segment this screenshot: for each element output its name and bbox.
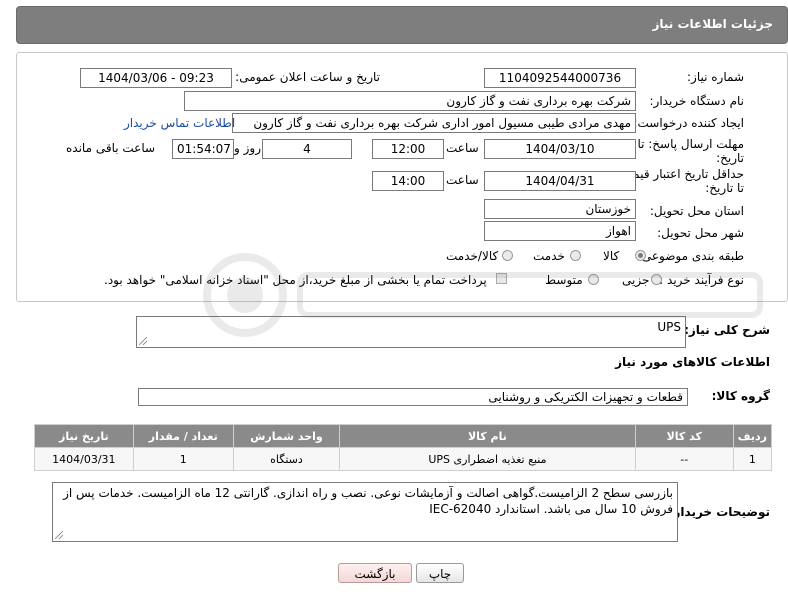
reply-deadline-label-line2: تاریخ: [716,151,744,165]
cell-date: 1404/03/31 [34,447,134,471]
price-validity-label-line1: حداقل تاریخ اعتبار قیمت: [617,167,744,181]
category-label: طبقه بندی موضوعی: [637,249,744,263]
buyer-notes-label: توضیحات خریدار: [668,505,770,519]
days-label: روز و [234,141,261,155]
price-validity-time-label: ساعت [446,173,479,187]
general-description-field: UPS [136,316,686,348]
general-description-value: UPS [657,320,681,334]
remaining-days-field: 4 [262,139,352,159]
price-validity-date-field: 1404/04/31 [484,171,636,191]
cell-row: 1 [732,447,773,471]
col-name-header: نام کالا [339,424,636,448]
process-minor-radio[interactable] [651,274,662,285]
goods-info-title: اطلاعات کالاهای مورد نیاز [615,355,770,369]
goods-group-label: گروه کالا: [711,389,770,403]
remaining-time-label: ساعت باقی مانده [66,141,156,155]
treasury-payment-checkbox[interactable] [496,273,507,284]
cell-qty: 1 [132,447,234,471]
cell-code: -- [634,447,734,471]
category-goods-label: کالا [603,249,620,263]
need-number-label: شماره نیاز: [687,70,744,84]
items-table: ردیف کد کالا نام کالا واحد شمارش تعداد /… [34,424,773,471]
province-label: استان محل تحویل: [649,204,744,218]
category-goods-service-label: کالا/خدمت [446,249,499,263]
print-button[interactable]: چاپ [416,563,464,583]
price-validity-label-line2: تا تاریخ: [705,181,744,195]
general-description-label: شرح کلی نیاز: [684,323,770,337]
price-validity-time-field: 14:00 [372,171,444,191]
buyer-org-label: نام دستگاه خریدار: [649,94,745,108]
remaining-time-field: 01:54:07 [172,139,234,159]
category-service-label: خدمت [533,249,565,263]
reply-deadline-date-field: 1404/03/10 [484,139,636,159]
process-medium-radio[interactable] [588,274,599,285]
col-qty-header: تعداد / مقدار [132,424,234,448]
announce-datetime-field: 1404/03/06 - 09:23 [80,68,232,88]
reply-deadline-time-label: ساعت [446,141,479,155]
back-button[interactable]: بازگشت [338,563,412,583]
requester-field: مهدی مرادی طیبی مسیول امور اداری شرکت به… [232,113,636,133]
col-unit-header: واحد شمارش [232,424,341,448]
items-table-header: ردیف کد کالا نام کالا واحد شمارش تعداد /… [34,424,773,448]
page-title: جزئیات اطلاعات نیاز [652,17,773,31]
city-label: شهر محل تحویل: [657,226,744,240]
col-date-header: تاریخ نیاز [34,424,134,448]
buyer-notes-value: بازرسی سطح 2 الزامیست.گواهی اصالت و آزما… [63,486,673,516]
reply-deadline-label-line1: مهلت ارسال پاسخ: تا [637,137,744,151]
goods-group-field: قطعات و تجهیزات الکتریکی و روشنایی [138,388,688,406]
cell-name: منبع تغذیه اضطراری UPS [339,447,636,471]
buyer-contact-link[interactable]: اطلاعات تماس خریدار [124,116,235,130]
resize-grip-icon[interactable] [55,531,63,539]
category-goods-service-radio[interactable] [502,250,513,261]
process-medium-label: متوسط [545,273,583,287]
need-number-field: 1104092544000736 [484,68,636,88]
process-minor-label: جزیی [622,273,650,287]
buyer-org-field: شرکت بهره برداری نفت و گاز کارون [184,91,636,111]
city-field: اهواز [484,221,636,241]
category-service-radio[interactable] [570,250,581,261]
requester-label: ایجاد کننده درخواست: [633,116,744,130]
col-row-header: ردیف [732,424,773,448]
treasury-payment-note: پرداخت تمام یا بخشی از مبلغ خرید،از محل … [104,273,487,287]
category-goods-radio[interactable] [635,250,646,261]
province-field: خوزستان [484,199,636,219]
buyer-notes-field: بازرسی سطح 2 الزامیست.گواهی اصالت و آزما… [52,482,678,542]
page-header: جزئیات اطلاعات نیاز [16,6,788,44]
cell-unit: دستگاه [232,447,341,471]
reply-deadline-time-field: 12:00 [372,139,444,159]
announce-datetime-label: تاریخ و ساعت اعلان عمومی: [235,70,380,84]
process-type-label: نوع فرآیند خرید : [659,273,744,287]
col-code-header: کد کالا [634,424,734,448]
table-row: 1 -- منبع تغذیه اضطراری UPS دستگاه 1 140… [34,447,773,471]
resize-grip-icon[interactable] [139,337,147,345]
